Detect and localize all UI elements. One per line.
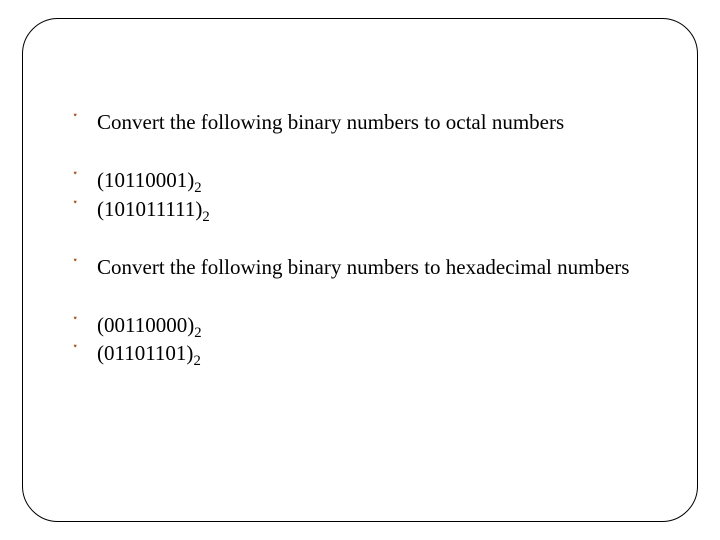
base-subscript: 2	[202, 209, 209, 225]
list-item: ་ Convert the following binary numbers t…	[73, 254, 647, 280]
list-item: ་ (01101101)2	[73, 340, 647, 366]
list-item: ་ (00110000)2	[73, 312, 647, 338]
slide-frame: ་ Convert the following binary numbers t…	[22, 18, 698, 522]
item-text: (00110000)2	[97, 312, 647, 338]
bullet-icon: ་	[73, 196, 97, 222]
list-item: ་ (101011111)2	[73, 196, 647, 222]
list-item: ་ Convert the following binary numbers t…	[73, 109, 647, 135]
item-text: Convert the following binary numbers to …	[97, 109, 647, 135]
base-subscript: 2	[194, 180, 201, 196]
base-subscript: 2	[194, 325, 201, 341]
binary-value: (101011111)	[97, 197, 202, 221]
binary-value: (01101101)	[97, 341, 193, 365]
item-text: (01101101)2	[97, 340, 647, 366]
bullet-icon: ་	[73, 312, 97, 338]
list-item: ་ (10110001)2	[73, 167, 647, 193]
bullet-icon: ་	[73, 340, 97, 366]
spacer	[73, 137, 647, 167]
item-text: (101011111)2	[97, 196, 647, 222]
binary-value: (00110000)	[97, 313, 194, 337]
bullet-icon: ་	[73, 254, 97, 280]
slide-content: ་ Convert the following binary numbers t…	[73, 109, 647, 367]
binary-value: (10110001)	[97, 168, 194, 192]
item-text: Convert the following binary numbers to …	[97, 254, 647, 280]
bullet-icon: ་	[73, 109, 97, 135]
bullet-icon: ་	[73, 167, 97, 193]
item-text: (10110001)2	[97, 167, 647, 193]
spacer	[73, 282, 647, 312]
base-subscript: 2	[193, 353, 200, 369]
spacer	[73, 224, 647, 254]
slide: ་ Convert the following binary numbers t…	[0, 0, 720, 540]
